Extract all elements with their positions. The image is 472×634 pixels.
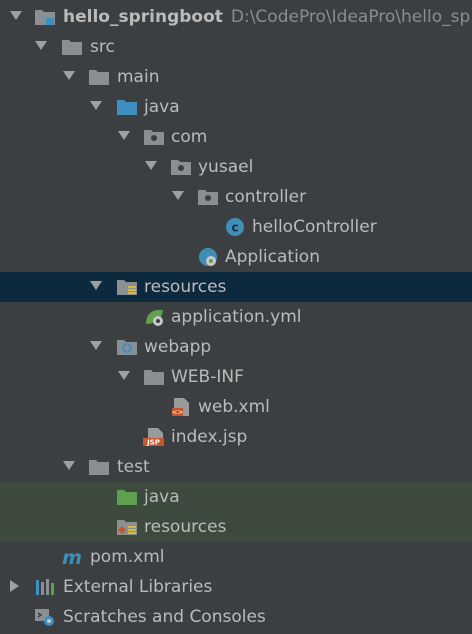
tree-row-test[interactable]: test xyxy=(0,452,472,482)
tree-row-index-jsp[interactable]: JSP index.jsp xyxy=(0,422,472,452)
expand-arrow-icon[interactable] xyxy=(172,191,184,200)
tree-row-controller[interactable]: controller xyxy=(0,182,472,212)
tree-row-web-inf[interactable]: WEB-INF xyxy=(0,362,472,392)
pom-xml-label: pom.xml xyxy=(90,547,165,567)
webapp-label: webapp xyxy=(144,337,212,357)
expand-arrow-icon[interactable] xyxy=(118,131,130,140)
test-source-root-icon xyxy=(117,490,137,505)
tree-row-com[interactable]: com xyxy=(0,122,472,152)
package-icon xyxy=(198,190,218,205)
application-yml-label: application.yml xyxy=(171,307,302,327)
tree-row-scratches[interactable]: Scratches and Consoles xyxy=(0,602,472,632)
application-label: Application xyxy=(225,247,320,267)
scratches-label: Scratches and Consoles xyxy=(63,607,266,627)
web-inf-label: WEB-INF xyxy=(171,367,244,387)
folder-icon xyxy=(62,40,82,55)
tree-row-yusael[interactable]: yusael xyxy=(0,152,472,182)
libraries-icon xyxy=(36,579,54,595)
tree-row-java[interactable]: java xyxy=(0,92,472,122)
java-label: java xyxy=(144,97,180,117)
class-icon: c xyxy=(226,218,244,236)
test-java-label: java xyxy=(144,487,180,507)
expand-arrow-icon[interactable] xyxy=(35,41,47,50)
project-path: D:\CodePro\IdeaPro\hello_sp xyxy=(230,7,471,27)
tree-row-src[interactable]: src xyxy=(0,32,472,62)
jsp-file-icon: JSP xyxy=(143,428,164,447)
tree-row-test-resources[interactable]: resources xyxy=(0,512,472,542)
resources-label: resources xyxy=(144,277,227,297)
package-icon xyxy=(144,130,164,145)
project-name: hello_springboot D:\CodePro\IdeaPro\hello… xyxy=(63,7,471,27)
web-folder-icon xyxy=(117,340,137,355)
external-libraries-label: External Libraries xyxy=(63,577,213,597)
test-resources-label: resources xyxy=(144,517,227,537)
tree-row-test-java[interactable]: java xyxy=(0,482,472,512)
folder-icon xyxy=(89,70,109,85)
collapse-arrow-icon[interactable] xyxy=(10,580,19,592)
resources-root-icon xyxy=(117,280,137,295)
com-label: com xyxy=(171,127,208,147)
expand-arrow-icon[interactable] xyxy=(10,11,22,20)
expand-arrow-icon[interactable] xyxy=(90,281,102,290)
scratches-icon xyxy=(35,609,54,626)
svg-text:<>: <> xyxy=(172,409,184,417)
maven-icon: m xyxy=(62,547,82,567)
svg-text:m: m xyxy=(62,547,82,567)
expand-arrow-icon[interactable] xyxy=(145,161,157,170)
web-xml-label: web.xml xyxy=(198,397,270,417)
src-label: src xyxy=(90,37,115,57)
controller-label: controller xyxy=(225,187,307,207)
tree-row-hellocontroller[interactable]: c helloController xyxy=(0,212,472,242)
index-jsp-label: index.jsp xyxy=(171,427,248,447)
package-icon xyxy=(171,160,191,175)
main-label: main xyxy=(117,67,160,87)
project-tree: hello_springboot D:\CodePro\IdeaPro\hello… xyxy=(0,0,472,634)
tree-row-main[interactable]: main xyxy=(0,62,472,92)
tree-row-application[interactable]: Application xyxy=(0,242,472,272)
tree-row-web-xml[interactable]: <> web.xml xyxy=(0,392,472,422)
spring-boot-class-icon xyxy=(199,248,217,266)
tree-row-resources[interactable]: resources xyxy=(0,272,472,302)
tree-row-pom-xml[interactable]: m pom.xml xyxy=(0,542,472,572)
expand-arrow-icon[interactable] xyxy=(63,71,75,80)
tree-row-webapp[interactable]: webapp xyxy=(0,332,472,362)
svg-text:c: c xyxy=(231,221,238,235)
folder-icon xyxy=(144,370,164,385)
test-resources-root-icon xyxy=(117,520,137,535)
xml-file-icon: <> xyxy=(172,398,189,417)
expand-arrow-icon[interactable] xyxy=(90,101,102,110)
spring-yml-icon xyxy=(146,309,163,326)
svg-text:JSP: JSP xyxy=(146,439,160,447)
hellocontroller-label: helloController xyxy=(252,217,377,237)
tree-row-external-libraries[interactable]: External Libraries xyxy=(0,572,472,602)
expand-arrow-icon[interactable] xyxy=(90,341,102,350)
expand-arrow-icon[interactable] xyxy=(118,371,130,380)
test-label: test xyxy=(117,457,150,477)
source-root-folder-icon xyxy=(117,100,137,115)
tree-row-application-yml[interactable]: application.yml xyxy=(0,302,472,332)
expand-arrow-icon[interactable] xyxy=(63,461,75,470)
tree-row-project[interactable]: hello_springboot D:\CodePro\IdeaPro\hello… xyxy=(0,2,472,32)
yusael-label: yusael xyxy=(198,157,254,177)
module-folder-icon xyxy=(35,10,55,25)
folder-icon xyxy=(89,460,109,475)
